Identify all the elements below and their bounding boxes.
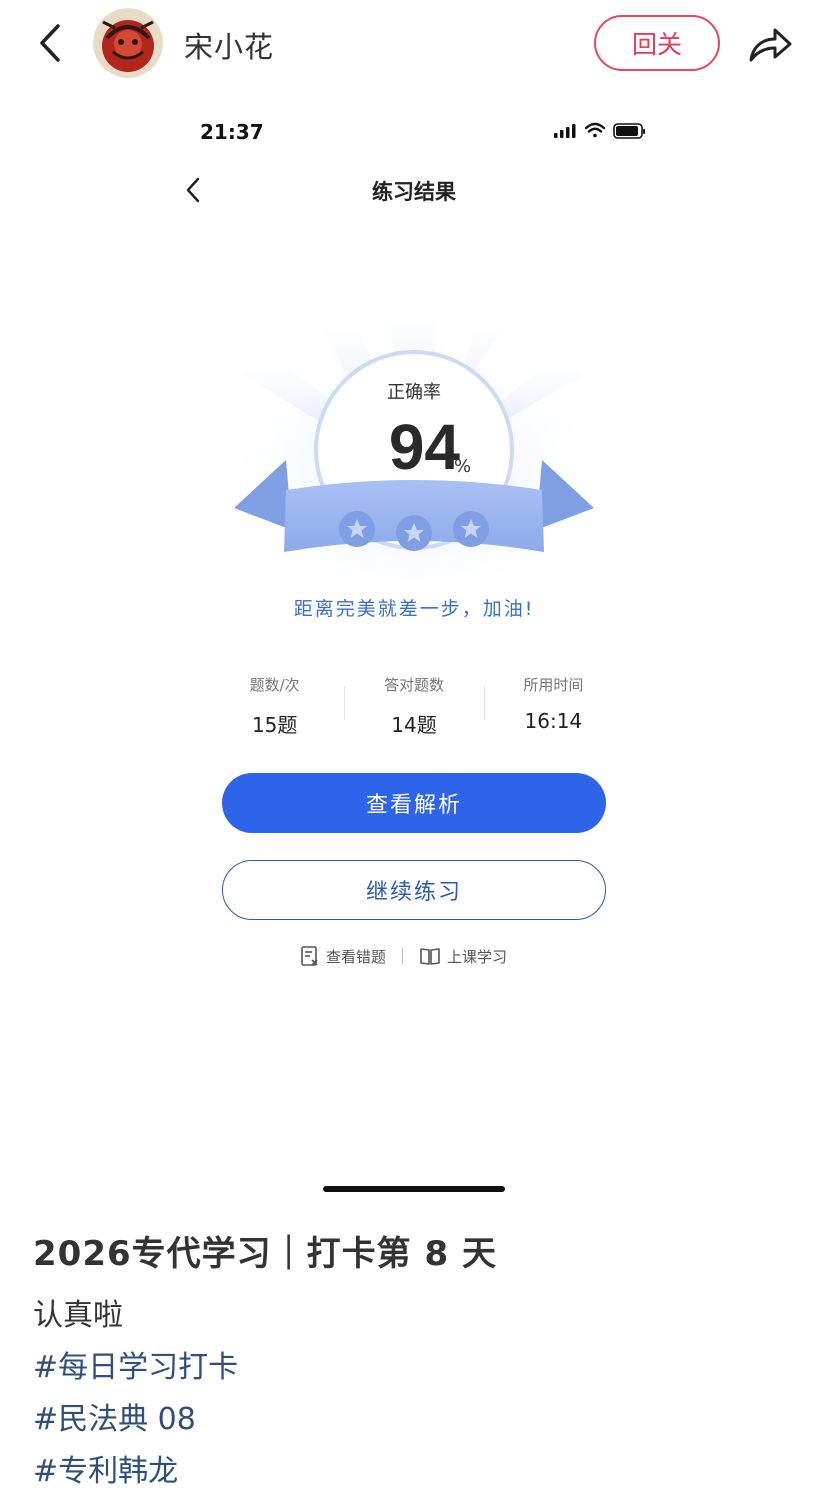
author-name[interactable]: 宋小花 — [184, 24, 274, 66]
accuracy-label: 正确率 — [387, 382, 441, 403]
chevron-left-icon — [40, 24, 60, 62]
stat-label: 题数/次 — [249, 676, 300, 694]
accuracy-value: 94 — [388, 411, 460, 483]
wifi-icon — [584, 122, 606, 138]
status-icons — [552, 120, 648, 142]
post-text: 认真啦 — [33, 1298, 123, 1333]
post-header: 宋小花 回关 — [0, 0, 828, 90]
mini-links: 查看错题 上课学习 — [300, 942, 540, 970]
hashtag-link[interactable]: #每日学习打卡 — [33, 1342, 238, 1394]
stat-time-used: 所用时间 16:14 — [483, 672, 623, 734]
back-button[interactable] — [30, 20, 70, 66]
stat-label: 所用时间 — [523, 676, 584, 694]
stat-value: 16:14 — [524, 709, 583, 733]
signal-icon — [554, 124, 576, 138]
attend-class-label: 上课学习 — [447, 947, 508, 966]
share-icon — [749, 28, 792, 62]
view-wrong-questions-label: 查看错题 — [326, 947, 387, 966]
view-wrong-questions-link[interactable]: 查看错题 — [300, 945, 386, 967]
avatar[interactable] — [93, 8, 163, 78]
share-button[interactable] — [744, 18, 796, 70]
stat-value: 14题 — [391, 713, 437, 737]
inner-back-button[interactable] — [178, 174, 208, 206]
accuracy-unit: % — [454, 456, 472, 477]
stat-label: 答对题数 — [383, 676, 444, 694]
page-title: 练习结果 — [372, 180, 456, 204]
home-indicator — [323, 1186, 505, 1192]
wrong-list-icon — [301, 946, 318, 966]
view-analysis-button[interactable]: 查看解析 — [222, 773, 606, 833]
stat-value: 15题 — [251, 713, 298, 737]
attend-class-link[interactable]: 上课学习 — [419, 946, 507, 967]
divider — [402, 948, 404, 964]
encourage-text: 距离完美就差一步，加油! — [293, 598, 535, 620]
battery-icon — [613, 123, 645, 139]
book-icon — [420, 948, 440, 965]
stats-row: 题数/次 15题 答对题数 14题 所用时间 16:14 — [205, 672, 623, 737]
hashtag-link[interactable]: #专利韩龙 — [33, 1446, 238, 1498]
follow-back-button[interactable]: 回关 — [594, 15, 720, 71]
post-title: 2026专代学习｜打卡第 8 天 — [33, 1234, 497, 1274]
chevron-left-icon — [186, 177, 200, 203]
hashtag-link[interactable]: #民法典 08 — [33, 1394, 238, 1446]
tag-list: #每日学习打卡 #民法典 08 #专利韩龙 — [33, 1342, 238, 1498]
star-icons — [339, 511, 489, 551]
stat-question-count: 题数/次 15题 — [205, 672, 344, 737]
stat-correct-count: 答对题数 14题 — [344, 672, 483, 737]
status-time: 21:37 — [200, 120, 264, 144]
continue-practice-button[interactable]: 继续练习 — [222, 860, 606, 920]
